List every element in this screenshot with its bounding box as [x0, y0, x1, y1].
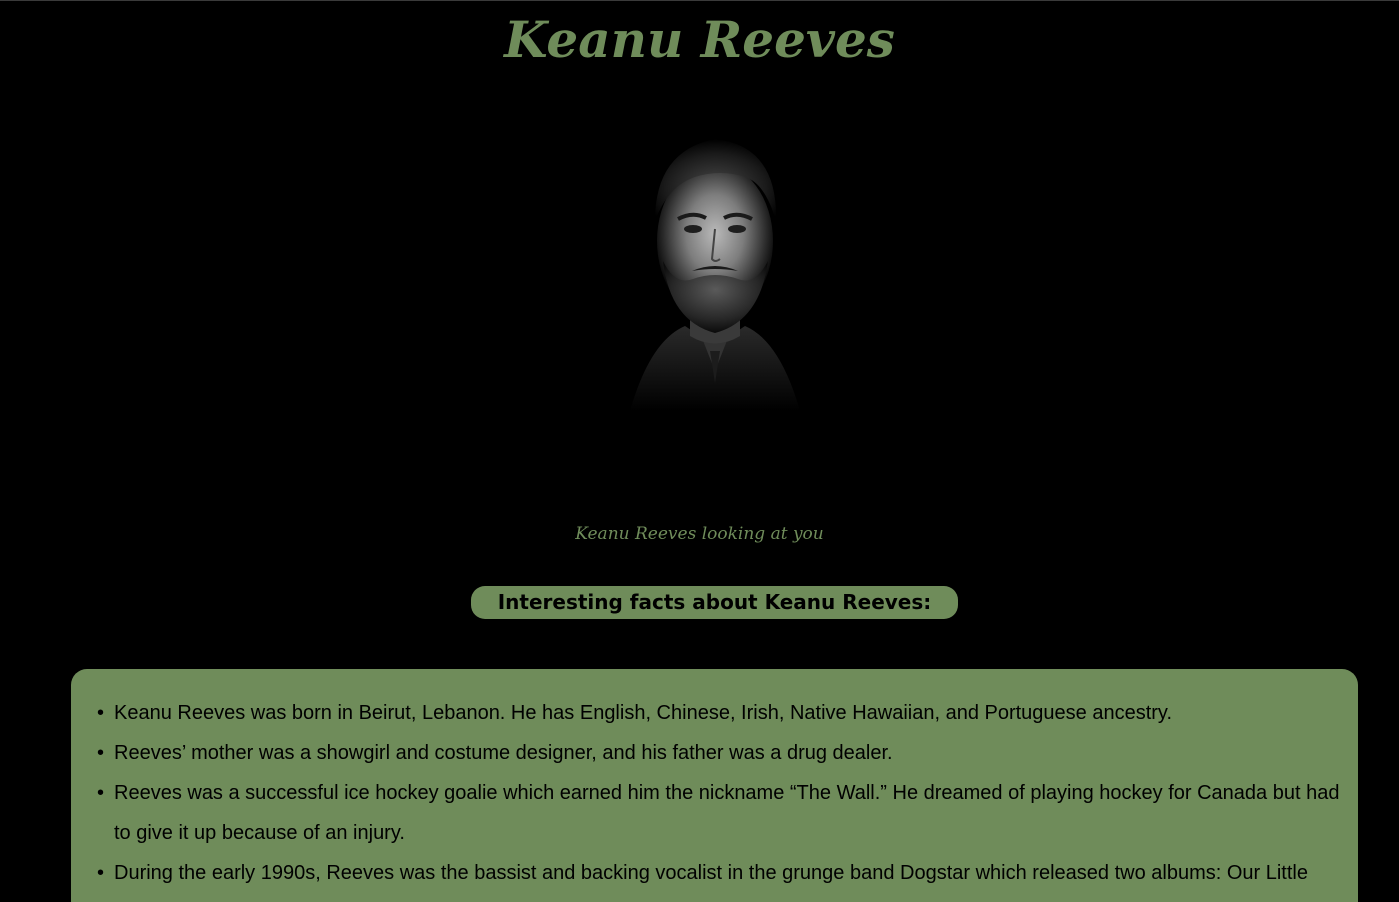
- facts-heading: Interesting facts about Keanu Reeves:: [471, 586, 958, 619]
- bullet-icon: •: [97, 862, 105, 884]
- bullet-icon: •: [97, 702, 105, 724]
- page-title: Keanu Reeves: [504, 10, 895, 69]
- fact-text: Keanu Reeves was born in Beirut, Lebanon…: [114, 702, 1173, 724]
- fact-text: During the early 1990s, Reeves was the b…: [114, 862, 1308, 884]
- fact-item: • Reeves was a successful ice hockey goa…: [97, 773, 1342, 853]
- fact-item: • During the early 1990s, Reeves was the…: [97, 853, 1342, 893]
- portrait-caption: Keanu Reeves looking at you: [575, 524, 824, 544]
- fact-text: Reeves was a successful ice hockey goali…: [114, 782, 1340, 844]
- facts-panel: • Keanu Reeves was born in Beirut, Leban…: [71, 669, 1358, 902]
- bullet-icon: •: [97, 782, 105, 804]
- fact-item: • Reeves’ mother was a showgirl and cost…: [97, 733, 1342, 773]
- facts-list: • Keanu Reeves was born in Beirut, Leban…: [97, 693, 1342, 893]
- fact-item: • Keanu Reeves was born in Beirut, Leban…: [97, 693, 1342, 733]
- bullet-icon: •: [97, 742, 105, 764]
- portrait-image: [560, 111, 870, 411]
- portrait-graphic: [630, 139, 800, 411]
- fact-text: Reeves’ mother was a showgirl and costum…: [114, 742, 893, 764]
